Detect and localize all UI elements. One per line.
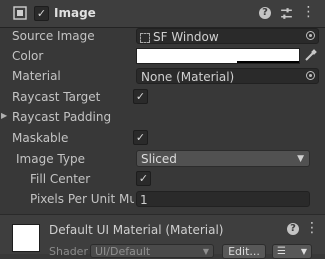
foldout-arrow-icon[interactable]: ▶ <box>1 111 7 120</box>
image-type-label: Image Type <box>16 152 85 166</box>
sprite-icon <box>140 33 150 43</box>
color-swatch[interactable] <box>136 48 300 64</box>
object-picker-icon[interactable] <box>306 31 315 40</box>
maskable-checkbox[interactable]: ✓ <box>133 130 148 145</box>
shader-label: Shader <box>49 245 88 258</box>
color-label: Color <box>12 49 44 63</box>
shader-options-button[interactable]: ☰ ▼ <box>272 244 312 259</box>
help-icon[interactable]: ? <box>259 7 271 19</box>
chevron-down-icon: ▼ <box>202 247 209 256</box>
list-icon: ☰ <box>277 246 286 257</box>
chevron-down-icon: ▼ <box>300 247 307 256</box>
context-menu-icon[interactable]: ⋮ <box>301 5 316 21</box>
component-header: ✓ Image ? ⋮ <box>0 0 325 28</box>
raycast-target-checkbox[interactable]: ✓ <box>133 89 148 104</box>
alpha-bar <box>237 61 299 63</box>
component-enabled-checkbox[interactable]: ✓ <box>34 6 49 21</box>
fill-center-checkbox[interactable]: ✓ <box>136 171 151 186</box>
image-component-icon[interactable] <box>13 6 27 20</box>
chevron-down-icon: ▼ <box>297 154 304 164</box>
fill-center-label: Fill Center <box>30 172 91 186</box>
eyedropper-icon[interactable] <box>303 49 317 63</box>
material-label: Material <box>12 69 61 83</box>
shader-dropdown[interactable]: UI/Default ▼ <box>90 244 214 258</box>
image-type-value: Sliced <box>141 152 177 166</box>
material-footer: Default UI Material (Material) ? ⋮ Shade… <box>0 214 325 259</box>
shader-value: UI/Default <box>95 245 151 258</box>
component-title: Image <box>54 6 96 20</box>
source-image-value: SF Window <box>153 30 219 44</box>
material-title: Default UI Material (Material) <box>49 223 224 237</box>
pixels-per-unit-input[interactable]: 1 <box>136 191 310 207</box>
material-value: None (Material) <box>141 70 235 84</box>
maskable-label: Maskable <box>12 131 69 145</box>
object-picker-icon[interactable] <box>306 71 315 80</box>
edit-button[interactable]: Edit... <box>222 244 266 259</box>
raycast-padding-label[interactable]: Raycast Padding <box>12 110 111 124</box>
source-image-label: Source Image <box>12 29 95 43</box>
image-type-dropdown[interactable]: Sliced ▼ <box>136 150 310 167</box>
context-menu-icon[interactable]: ⋮ <box>305 220 319 236</box>
help-icon[interactable]: ? <box>287 223 299 235</box>
material-field[interactable]: None (Material) <box>136 68 319 84</box>
pixels-per-unit-label: Pixels Per Unit Mul <box>30 192 134 206</box>
material-preview <box>12 224 40 252</box>
source-image-field[interactable]: SF Window <box>136 28 319 44</box>
preset-icon[interactable] <box>279 6 294 21</box>
raycast-target-label: Raycast Target <box>12 90 101 104</box>
